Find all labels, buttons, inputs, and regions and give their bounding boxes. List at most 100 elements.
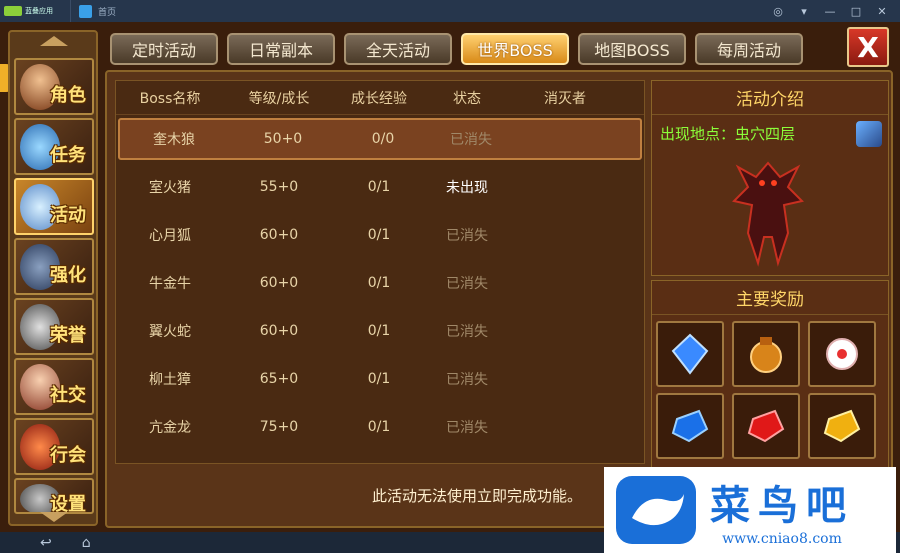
boss-status: 已消失 [446, 276, 488, 292]
home-icon[interactable]: ⌂ [82, 535, 91, 551]
boss-exp: 0/1 [367, 275, 391, 291]
sidebar-item-label: 荣誉 [50, 325, 86, 346]
table-row[interactable]: 翼火蛇 60+0 0/1 已消失 [116, 307, 644, 355]
rewards-title: 主要奖励 [652, 281, 888, 315]
activity-intro: 活动介绍 出现地点：虫穴四层 [651, 80, 889, 276]
sidebar-item-social[interactable]: 社交 [14, 358, 94, 415]
boss-table: Boss名称 等级/成长 成长经验 状态 消灭者 奎木狼 50+0 0/0 已消… [115, 80, 645, 464]
back-icon[interactable]: ↩ [40, 535, 52, 551]
table-row[interactable]: 心月狐 60+0 0/1 已消失 [116, 211, 644, 259]
intro-title: 活动介绍 [652, 81, 888, 115]
reward-slot[interactable] [656, 393, 724, 459]
sidebar-item-label: 任务 [50, 145, 86, 166]
table-row[interactable]: 室火猪 55+0 0/1 未出现 [116, 163, 644, 211]
reward-slot[interactable] [656, 321, 724, 387]
boss-level: 60+0 [259, 275, 299, 291]
sidebar-item-settings[interactable]: 设置 [14, 478, 94, 514]
reward-slot[interactable] [732, 393, 800, 459]
table-row[interactable]: 牛金牛 60+0 0/1 已消失 [116, 259, 644, 307]
boss-location: 出现地点：虫穴四层 [660, 125, 796, 143]
blue-crystal-icon [671, 333, 709, 375]
yellow-gem-icon [823, 409, 861, 443]
header-exp: 成长经验 [351, 90, 407, 107]
app-logo[interactable]: 蓝叠应用 [0, 0, 70, 22]
tab-home[interactable]: 首页 [70, 0, 164, 22]
sidebar-item-honor[interactable]: 荣誉 [14, 298, 94, 355]
boss-level: 60+0 [259, 323, 299, 339]
watermark-url: www.cniao8.com [722, 531, 842, 547]
reward-slot[interactable] [732, 321, 800, 387]
sidebar: 角色 任务 活动 强化 荣誉 社交 行会 设置 [8, 30, 98, 526]
tab-world-boss[interactable]: 世界BOSS [461, 33, 569, 65]
header-boss-name: Boss名称 [139, 90, 201, 107]
red-gem-icon [747, 409, 785, 443]
header-killer: 消灭者 [544, 90, 586, 107]
table-row[interactable]: 柳土獐 65+0 0/1 已消失 [116, 355, 644, 403]
tab-weekly-activity[interactable]: 每周活动 [695, 33, 803, 65]
reward-slot[interactable] [808, 321, 876, 387]
table-row[interactable]: 奎木狼 50+0 0/0 已消失 [118, 118, 642, 160]
boss-status: 已消失 [446, 228, 488, 244]
minimize-icon[interactable]: — [824, 5, 836, 18]
boss-name: 奎木狼 [153, 132, 195, 148]
boss-status: 已消失 [446, 420, 488, 436]
table-header: Boss名称 等级/成长 成长经验 状态 消灭者 [116, 81, 644, 115]
sidebar-item-label: 活动 [50, 205, 86, 226]
teleport-boot-icon[interactable] [856, 121, 882, 147]
sidebar-item-guild[interactable]: 行会 [14, 418, 94, 475]
game-viewport: 角色 任务 活动 强化 荣誉 社交 行会 设置 定时活动 日常副本 全天活动 世… [0, 22, 900, 532]
sidebar-item-label: 行会 [50, 445, 86, 466]
scroll-up-icon[interactable] [40, 36, 68, 46]
sidebar-item-label: 角色 [50, 85, 86, 106]
sidebar-item-quest[interactable]: 任务 [14, 118, 94, 175]
boss-status: 未出现 [446, 180, 488, 196]
boss-status: 已消失 [446, 324, 488, 340]
boss-level: 65+0 [259, 371, 299, 387]
boss-level: 55+0 [259, 179, 299, 195]
sidebar-item-enhance[interactable]: 强化 [14, 238, 94, 295]
header-level: 等级/成长 [248, 90, 310, 107]
menu-icon[interactable]: ▾ [798, 5, 810, 18]
gold-jar-icon [750, 337, 782, 373]
boss-name: 亢金龙 [149, 420, 191, 436]
maximize-icon[interactable]: □ [850, 5, 862, 18]
sidebar-item-activity[interactable]: 活动 [14, 178, 94, 235]
sidebar-item-label: 社交 [50, 385, 86, 406]
boss-name: 柳土獐 [149, 372, 191, 388]
home-icon [79, 4, 92, 18]
scroll-down-icon[interactable] [40, 512, 68, 522]
boss-level: 75+0 [259, 419, 299, 435]
emulator-titlebar: 蓝叠应用 首页 九阴 ◎ ▾ — □ ✕ [0, 0, 900, 532]
close-button[interactable]: X [847, 27, 889, 67]
app-logo-text: 蓝叠应用 [25, 7, 53, 15]
boss-exp: 0/1 [367, 419, 391, 435]
boss-name: 翼火蛇 [149, 324, 191, 340]
boss-portrait [732, 161, 804, 267]
boss-status: 已消失 [446, 372, 488, 388]
boss-exp: 0/0 [371, 131, 395, 147]
blue-gem-icon [671, 409, 709, 443]
reward-slot[interactable] [808, 393, 876, 459]
boss-name: 心月狐 [149, 228, 191, 244]
watermark-title: 菜鸟吧 [710, 482, 854, 529]
header-status: 状态 [453, 90, 481, 107]
boss-exp: 0/1 [367, 227, 391, 243]
account-icon[interactable]: ◎ [772, 5, 784, 18]
boss-status: 已消失 [450, 132, 492, 148]
table-row[interactable]: 亢金龙 75+0 0/1 已消失 [116, 403, 644, 451]
footer-note: 此活动无法使用立即完成功能。 [372, 487, 583, 505]
tab-map-boss[interactable]: 地图BOSS [578, 33, 686, 65]
sidebar-item-label: 设置 [50, 494, 86, 514]
tab-daily-dungeon[interactable]: 日常副本 [227, 33, 335, 65]
sidebar-item-role[interactable]: 角色 [14, 58, 94, 115]
boss-name: 牛金牛 [149, 276, 191, 292]
tab-timed-activity[interactable]: 定时活动 [110, 33, 218, 65]
close-icon[interactable]: ✕ [876, 5, 888, 18]
boss-exp: 0/1 [367, 371, 391, 387]
boss-level: 60+0 [259, 227, 299, 243]
sidebar-item-label: 强化 [50, 265, 86, 286]
watermark: 菜鸟吧 www.cniao8.com [604, 467, 896, 553]
tab-home-label: 首页 [98, 7, 117, 18]
bird-logo-icon [616, 476, 696, 544]
tab-all-day-activity[interactable]: 全天活动 [344, 33, 452, 65]
